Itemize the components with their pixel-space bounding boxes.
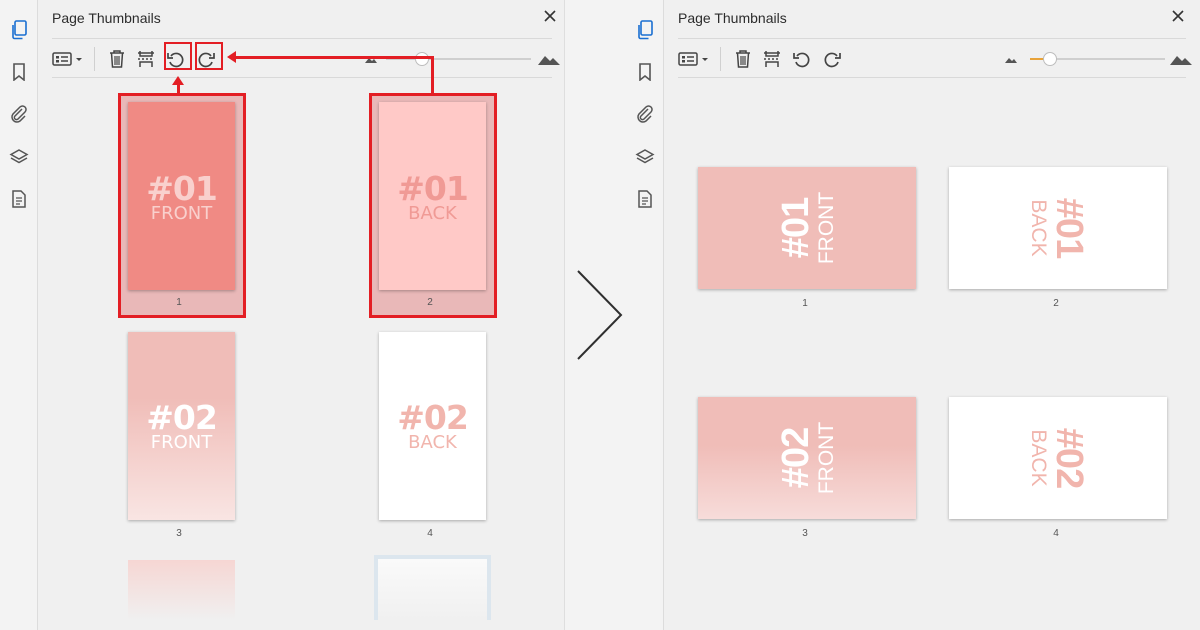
thumbnail-title: #02 [1048,427,1090,489]
page-number: 4 [1053,528,1059,539]
rotated-label: #02 FRONT [701,397,913,519]
arrow-line [235,56,434,59]
rotate-ccw-highlight [164,42,192,70]
thumbnail-title: #02 [146,398,218,437]
options-menu-icon[interactable] [52,47,86,71]
thumbnails-pane: Page Thumbnails [664,0,1200,630]
pane-title: Page Thumbnails [52,10,161,26]
rotated-label: #02 BACK [952,397,1164,519]
attachment-icon[interactable] [635,104,655,124]
page-thumbnail-1[interactable]: #01 FRONT [698,167,916,289]
page-number: 3 [176,528,182,539]
thumbnail-title: #01 [775,197,817,259]
page-thumbnail-4[interactable]: #02 BACK [949,397,1167,519]
thumbnails-toolbar [678,38,1192,78]
slider-knob[interactable] [1043,52,1058,66]
chevron-right-icon [575,268,625,362]
page-number: 3 [802,528,808,539]
layers-icon[interactable] [635,147,655,167]
page-thumbnail-2[interactable]: #01 BACK [949,167,1167,289]
thumbnail-subtitle: BACK [1027,199,1050,257]
page-number: 4 [427,528,433,539]
selection-highlight [118,93,246,318]
toolbar-divider [94,47,95,71]
thumbnail-subtitle: FRONT [815,421,838,495]
right-panel-after: Page Thumbnails #01 FRONT 1 #01 BACK 2 #… [626,0,1200,630]
page-thumbnail-partial [128,560,235,620]
thumbnail-subtitle: BACK [408,432,457,453]
slider-knob[interactable] [415,52,430,66]
rotate-counterclockwise-icon[interactable] [790,47,814,71]
selection-highlight [369,93,497,318]
page-thumbnails-icon[interactable] [9,20,29,40]
thumbnail-subtitle: FRONT [150,432,213,453]
close-icon[interactable] [542,8,558,24]
thumbnail-subtitle: FRONT [815,191,838,265]
page-number: 2 [1053,298,1059,309]
page-number: 1 [802,298,808,309]
bookmark-icon[interactable] [9,62,29,82]
insert-pages-icon[interactable] [760,47,784,71]
close-icon[interactable] [1170,8,1186,24]
insert-pages-icon[interactable] [134,47,158,71]
document-icon[interactable] [635,189,655,209]
thumbnail-title: #02 [397,398,469,437]
arrow-line [431,56,434,94]
options-menu-icon[interactable] [678,47,712,71]
thumbnail-subtitle: BACK [1027,429,1050,487]
zoom-out-icon[interactable] [359,47,383,71]
layers-icon[interactable] [9,147,29,167]
attachment-icon[interactable] [9,104,29,124]
rotate-cw-highlight [195,42,223,70]
page-thumbnail-3[interactable]: #02 FRONT [698,397,916,519]
thumbnail-title: #02 [775,427,817,489]
rotated-label: #01 FRONT [701,167,913,289]
right-sidebar [626,0,664,630]
rotate-clockwise-icon[interactable] [820,47,844,71]
left-panel-before: Page Thumbnails #01 FRONT 1 #01 BACK 2 #… [0,0,565,630]
zoom-out-icon[interactable] [999,47,1023,71]
arrow-line [177,84,180,94]
pane-title: Page Thumbnails [678,10,787,26]
toolbar-divider [720,47,721,71]
delete-pages-icon[interactable] [731,47,755,71]
delete-pages-icon[interactable] [105,47,129,71]
page-thumbnails-icon[interactable] [635,20,655,40]
document-icon[interactable] [9,189,29,209]
arrow-head-up [172,76,184,85]
rotated-label: #01 BACK [952,167,1164,289]
page-thumbnail-4[interactable]: #02 BACK [379,332,486,520]
page-thumbnail-partial [374,555,491,620]
page-thumbnail-3[interactable]: #02 FRONT [128,332,235,520]
zoom-in-icon[interactable] [536,47,562,71]
arrow-head-left [227,51,236,63]
thumbnail-title: #01 [1048,197,1090,259]
left-sidebar [0,0,38,630]
bookmark-icon[interactable] [635,62,655,82]
zoom-in-icon[interactable] [1168,47,1194,71]
